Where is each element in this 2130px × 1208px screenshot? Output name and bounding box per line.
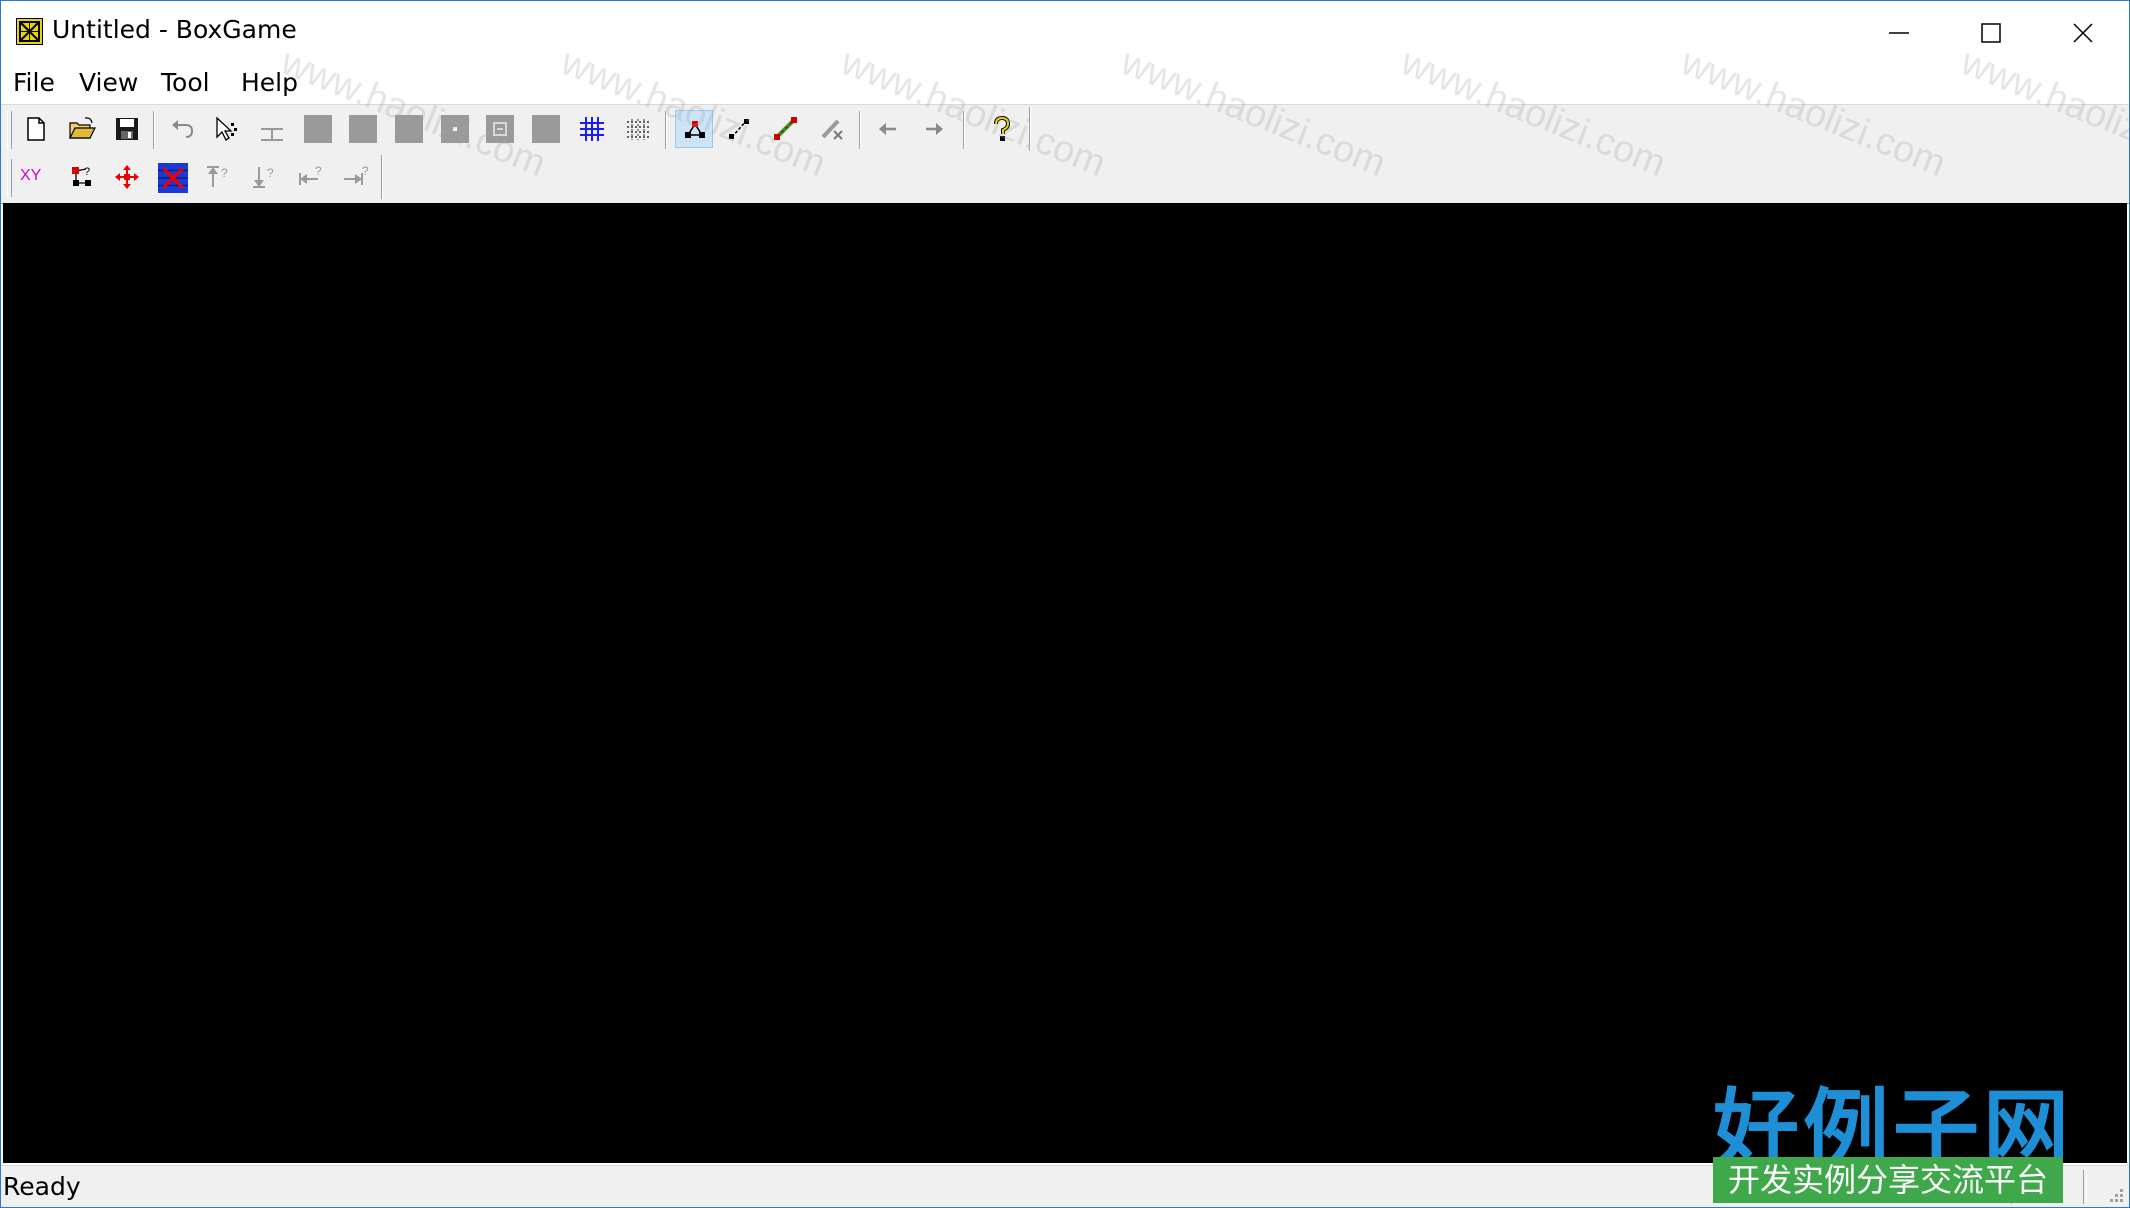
route-button[interactable] <box>767 110 805 148</box>
select-cursor-icon <box>216 116 237 141</box>
help-button[interactable] <box>983 110 1021 148</box>
push-down-icon: ? <box>253 166 274 188</box>
menu-bar: File View Tool Help <box>1 64 2129 104</box>
undo-button[interactable] <box>163 110 201 148</box>
push-down-button[interactable]: ? <box>245 158 283 196</box>
window-title: Untitled - BoxGame <box>52 15 297 44</box>
push-up-button[interactable]: ? <box>199 158 237 196</box>
title-bar[interactable]: Untitled - BoxGame <box>1 1 2129 64</box>
wall-button[interactable] <box>253 110 291 148</box>
path-button[interactable] <box>721 110 759 148</box>
app-window: Untitled - BoxGame File View Tool Help X… <box>0 0 2130 1208</box>
toolbar-separator <box>153 111 155 149</box>
node-tree-icon: ? <box>72 166 91 186</box>
close-button[interactable] <box>2037 1 2129 64</box>
save-icon <box>116 118 138 140</box>
menu-file[interactable]: File <box>13 68 55 97</box>
new-file-icon <box>27 117 45 141</box>
node-tree-button[interactable]: ? <box>63 158 101 196</box>
player-tile-icon <box>441 115 469 143</box>
help-icon <box>994 115 1011 141</box>
push-left-button[interactable]: ? <box>291 158 329 196</box>
goal-tile-button[interactable] <box>390 110 428 148</box>
toolbar-grip[interactable] <box>7 111 12 149</box>
minimize-button[interactable] <box>1853 1 1945 64</box>
pattern-button[interactable] <box>619 110 657 148</box>
secondary-toolbar: XY ? ? ? ? ? <box>1 155 386 199</box>
toolbar-separator <box>859 111 861 149</box>
wall-icon <box>261 128 283 141</box>
grid-icon <box>580 117 604 141</box>
floor-tile-icon <box>304 115 332 143</box>
svg-text:?: ? <box>221 166 228 180</box>
box-on-goal-button[interactable] <box>481 110 519 148</box>
toolbar-end <box>381 155 383 199</box>
close-icon <box>2073 23 2093 43</box>
move-all-button[interactable] <box>108 158 146 196</box>
svg-text:?: ? <box>315 164 322 178</box>
forward-arrow-icon <box>926 123 943 135</box>
svg-text:?: ? <box>267 166 274 180</box>
undo-icon <box>172 120 194 138</box>
open-folder-icon <box>69 117 96 139</box>
watermark-logo-subtitle: 开发实例分享交流平台 <box>1713 1157 2063 1203</box>
main-toolbar <box>1 107 1033 151</box>
new-file-button[interactable] <box>17 110 55 148</box>
clear-grid-button[interactable] <box>153 158 191 196</box>
toolbar-grip[interactable] <box>7 159 12 197</box>
toolbar-separator <box>665 111 667 149</box>
pattern-icon <box>627 119 649 140</box>
forward-button[interactable] <box>915 110 953 148</box>
save-button[interactable] <box>108 110 146 148</box>
grid-button[interactable] <box>573 110 611 148</box>
maximize-button[interactable] <box>1945 1 2037 64</box>
boxgame-icon <box>16 18 43 45</box>
toolbar-area: XY ? ? ? ? ? <box>1 104 2129 204</box>
resize-grip-icon[interactable] <box>2105 1184 2125 1204</box>
box-tile-button[interactable] <box>344 110 382 148</box>
toolbar-end <box>1029 107 1031 151</box>
push-left-icon: ? <box>299 164 322 185</box>
status-pane-divider <box>2083 1170 2087 1204</box>
menu-tool[interactable]: Tool <box>161 68 210 97</box>
back-button[interactable] <box>869 110 907 148</box>
box-on-goal-icon <box>486 115 514 143</box>
minimize-icon <box>1889 32 1909 34</box>
path-icon <box>729 119 749 139</box>
goal-tile-icon <box>395 115 423 143</box>
status-text: Ready <box>3 1172 81 1201</box>
link-nodes-icon <box>685 121 705 138</box>
maximize-icon <box>1981 23 2001 43</box>
erase-path-icon <box>821 119 843 140</box>
route-icon <box>774 117 797 140</box>
game-canvas[interactable] <box>3 203 2127 1163</box>
push-right-icon: ? <box>344 164 369 185</box>
menu-help[interactable]: Help <box>241 68 298 97</box>
xy-coords-button[interactable]: XY <box>17 158 55 196</box>
erase-path-button[interactable] <box>813 110 851 148</box>
empty-tile-button[interactable] <box>527 110 565 148</box>
toolbar-separator <box>963 111 965 149</box>
back-arrow-icon <box>879 123 896 135</box>
push-up-icon: ? <box>207 166 228 187</box>
link-nodes-button[interactable] <box>675 110 713 148</box>
move-all-icon <box>115 165 139 189</box>
select-button[interactable] <box>207 110 245 148</box>
svg-text:?: ? <box>362 164 369 178</box>
xy-coords-icon: XY <box>20 167 42 184</box>
empty-tile-icon <box>532 115 560 143</box>
box-tile-icon <box>349 115 377 143</box>
open-button[interactable] <box>63 110 101 148</box>
push-right-button[interactable]: ? <box>337 158 375 196</box>
floor-tile-button[interactable] <box>299 110 337 148</box>
player-tile-button[interactable] <box>436 110 474 148</box>
svg-text:?: ? <box>84 166 90 178</box>
clear-grid-icon <box>158 163 188 193</box>
menu-view[interactable]: View <box>79 68 138 97</box>
